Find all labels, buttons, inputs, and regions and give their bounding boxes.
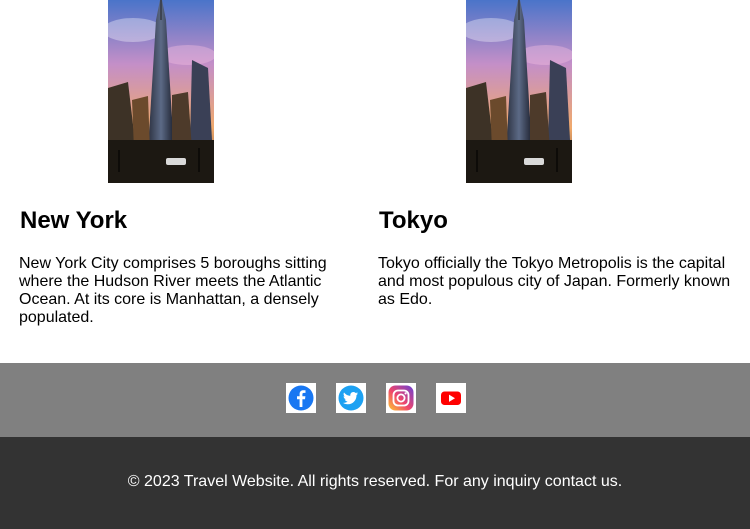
twitter-link[interactable] <box>336 383 366 413</box>
city-title: New York <box>20 207 128 234</box>
footer-copyright: © 2023 Travel Website. All rights reserv… <box>127 473 623 490</box>
social-links-bar <box>0 363 750 437</box>
facebook-icon <box>288 385 314 411</box>
facebook-link[interactable] <box>286 383 316 413</box>
twitter-icon <box>338 385 364 411</box>
site-footer: © 2023 Travel Website. All rights reserv… <box>0 437 750 529</box>
city-photo <box>466 0 572 183</box>
youtube-link[interactable] <box>436 383 466 413</box>
city-photo <box>108 0 214 183</box>
skyscraper-photo-image <box>108 0 214 183</box>
skyscraper-photo-image <box>466 0 572 183</box>
city-description: Tokyo officially the Tokyo Metropolis is… <box>378 255 731 308</box>
city-description: New York City comprises 5 boroughs sitti… <box>19 255 327 326</box>
youtube-icon <box>441 391 461 405</box>
instagram-link[interactable] <box>386 383 416 413</box>
city-cards: New York New York City comprises 5 borou… <box>0 0 750 363</box>
city-title: Tokyo <box>379 207 448 234</box>
instagram-icon <box>388 385 414 411</box>
